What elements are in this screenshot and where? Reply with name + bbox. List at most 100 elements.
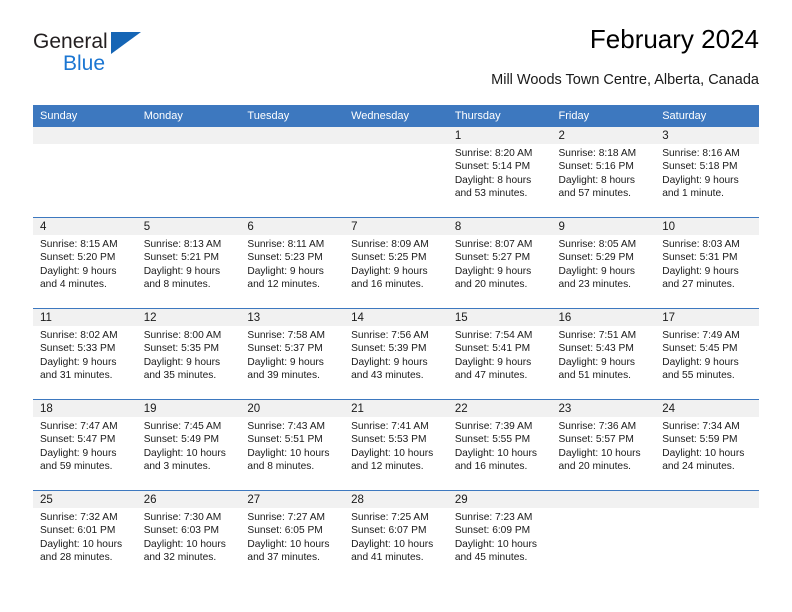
day-cell-inner: 1 Sunrise: 8:20 AM Sunset: 5:14 PM Daylight…	[447, 127, 552, 217]
calendar-day-cell[interactable]: 28 Sunrise: 7:25 AM Sunset: 6:07 PM Dayligh…	[344, 490, 448, 581]
day-info-line: Daylight: 10 hours	[143, 538, 226, 550]
calendar-day-cell[interactable]: 23 Sunrise: 7:36 AM Sunset: 5:57 PM Dayligh…	[551, 399, 656, 491]
calendar-day-cell[interactable]: 12 Sunrise: 8:00 AM Sunset: 5:35 PM Dayligh…	[136, 308, 241, 400]
calendar-day-cell[interactable]: 10 Sunrise: 8:03 AM Sunset: 5:31 PM Dayligh…	[655, 217, 759, 309]
day-info-line: Sunset: 5:41 PM	[454, 343, 531, 355]
day-number: 18	[33, 400, 137, 417]
day-info-line: Daylight: 9 hours	[558, 265, 635, 277]
day-cell-inner: 5 Sunrise: 8:13 AM Sunset: 5:21 PM Daylight…	[136, 218, 241, 308]
calendar-day-cell[interactable]: 20 Sunrise: 7:43 AM Sunset: 5:51 PM Dayligh…	[240, 399, 345, 491]
calendar-day-cell-empty	[33, 127, 137, 218]
calendar-page: General Blue February 2024 Mill Woods To…	[0, 0, 792, 612]
day-info-line: and 39 minutes.	[247, 370, 320, 382]
calendar-day-cell[interactable]: 14 Sunrise: 7:56 AM Sunset: 5:39 PM Dayligh…	[344, 308, 448, 400]
day-number: 13	[240, 309, 345, 326]
calendar-day-cell[interactable]: 26 Sunrise: 7:30 AM Sunset: 6:03 PM Dayligh…	[136, 490, 241, 581]
day-info-line: Sunrise: 7:43 AM	[247, 421, 325, 432]
calendar-day-cell[interactable]: 7 Sunrise: 8:09 AM Sunset: 5:25 PM Daylight…	[344, 217, 448, 309]
calendar-week-row: 1 Sunrise: 8:20 AM Sunset: 5:14 PM Daylight…	[33, 127, 759, 218]
calendar-day-cell[interactable]: 4 Sunrise: 8:15 AM Sunset: 5:20 PM Daylight…	[33, 217, 137, 309]
weekday-header-wednesday: Wednesday	[344, 105, 448, 127]
day-number: 12	[136, 309, 241, 326]
day-info-line: Sunrise: 7:25 AM	[351, 512, 429, 523]
day-cell-inner: 27 Sunrise: 7:27 AM Sunset: 6:05 PM Dayligh…	[240, 491, 345, 581]
calendar-day-cell[interactable]: 19 Sunrise: 7:45 AM Sunset: 5:49 PM Dayligh…	[136, 399, 241, 491]
calendar-day-cell[interactable]: 1 Sunrise: 8:20 AM Sunset: 5:14 PM Daylight…	[447, 127, 552, 218]
day-info-line: Daylight: 10 hours	[454, 447, 537, 459]
calendar-day-cell[interactable]: 15 Sunrise: 7:54 AM Sunset: 5:41 PM Dayligh…	[447, 308, 552, 400]
calendar-day-cell[interactable]: 18 Sunrise: 7:47 AM Sunset: 5:47 PM Dayligh…	[33, 399, 137, 491]
logo-text-general: General	[33, 30, 108, 53]
day-info-line: Daylight: 10 hours	[40, 538, 123, 550]
day-sun-info: Sunrise: 8:11 AM Sunset: 5:23 PM Daylight:…	[240, 235, 344, 292]
day-info-line: and 45 minutes.	[454, 552, 528, 564]
day-info-line: Sunrise: 7:32 AM	[40, 512, 118, 523]
day-cell-inner	[136, 127, 241, 217]
day-info-line: Sunset: 5:53 PM	[351, 434, 427, 446]
calendar-day-cell[interactable]: 11 Sunrise: 8:02 AM Sunset: 5:33 PM Dayligh…	[33, 308, 137, 400]
calendar-day-cell[interactable]: 25 Sunrise: 7:32 AM Sunset: 6:01 PM Dayligh…	[33, 490, 137, 581]
day-info-line: and 47 minutes.	[454, 370, 528, 382]
day-info-line: Sunrise: 7:41 AM	[351, 421, 429, 432]
day-cell-inner	[655, 491, 759, 581]
day-info-line: and 20 minutes.	[558, 461, 632, 473]
weekday-header-friday: Friday	[551, 105, 656, 127]
day-cell-inner: 16 Sunrise: 7:51 AM Sunset: 5:43 PM Dayligh…	[551, 309, 656, 399]
weekday-header-sunday: Sunday	[33, 105, 137, 127]
calendar-day-cell[interactable]: 9 Sunrise: 8:05 AM Sunset: 5:29 PM Daylight…	[551, 217, 656, 309]
calendar-day-cell[interactable]: 6 Sunrise: 8:11 AM Sunset: 5:23 PM Daylight…	[240, 217, 345, 309]
day-info-line: and 4 minutes.	[40, 279, 107, 291]
day-info-line: Sunrise: 7:49 AM	[662, 330, 740, 341]
day-number: 24	[655, 400, 759, 417]
day-sun-info: Sunrise: 8:15 AM Sunset: 5:20 PM Daylight:…	[33, 235, 137, 292]
day-info-line: Daylight: 9 hours	[40, 356, 117, 368]
generalblue-logo[interactable]: General Blue	[33, 30, 163, 88]
day-cell-inner: 4 Sunrise: 8:15 AM Sunset: 5:20 PM Daylight…	[33, 218, 137, 308]
day-number: 3	[655, 127, 759, 144]
day-cell-inner	[551, 491, 656, 581]
calendar-day-cell[interactable]: 3 Sunrise: 8:16 AM Sunset: 5:18 PM Daylight…	[655, 127, 759, 218]
calendar-day-cell[interactable]: 8 Sunrise: 8:07 AM Sunset: 5:27 PM Daylight…	[447, 217, 552, 309]
day-number: 16	[551, 309, 656, 326]
calendar-day-cell-empty	[344, 127, 448, 218]
day-sun-info: Sunrise: 8:20 AM Sunset: 5:14 PM Daylight:…	[448, 144, 552, 201]
day-cell-inner	[240, 127, 345, 217]
day-info-line: Sunset: 5:35 PM	[143, 343, 220, 355]
calendar-day-cell[interactable]: 21 Sunrise: 7:41 AM Sunset: 5:53 PM Dayligh…	[344, 399, 448, 491]
calendar-day-cell[interactable]: 2 Sunrise: 8:18 AM Sunset: 5:16 PM Daylight…	[551, 127, 656, 218]
day-number	[551, 491, 656, 508]
page-title: February 2024	[589, 24, 759, 54]
calendar-day-cell[interactable]: 27 Sunrise: 7:27 AM Sunset: 6:05 PM Dayligh…	[240, 490, 345, 581]
day-info-line: Daylight: 9 hours	[454, 356, 532, 368]
day-info-line: and 28 minutes.	[40, 552, 113, 564]
day-cell-inner: 23 Sunrise: 7:36 AM Sunset: 5:57 PM Dayligh…	[551, 400, 656, 490]
day-info-line: Sunrise: 8:09 AM	[351, 239, 429, 250]
weekday-header-thursday: Thursday	[447, 105, 552, 127]
day-cell-inner	[344, 127, 448, 217]
day-info-line: and 16 minutes.	[351, 279, 424, 291]
day-cell-inner: 20 Sunrise: 7:43 AM Sunset: 5:51 PM Dayligh…	[240, 400, 345, 490]
weekday-header-saturday: Saturday	[655, 105, 759, 127]
calendar-day-cell[interactable]: 24 Sunrise: 7:34 AM Sunset: 5:59 PM Dayligh…	[655, 399, 759, 491]
day-info-line: Sunset: 5:55 PM	[454, 434, 531, 446]
day-cell-inner	[33, 127, 137, 217]
calendar-day-cell[interactable]: 13 Sunrise: 7:58 AM Sunset: 5:37 PM Dayligh…	[240, 308, 345, 400]
day-number: 2	[551, 127, 656, 144]
calendar-day-cell[interactable]: 17 Sunrise: 7:49 AM Sunset: 5:45 PM Dayligh…	[655, 308, 759, 400]
calendar-day-cell-empty	[551, 490, 656, 581]
calendar-day-cell[interactable]: 16 Sunrise: 7:51 AM Sunset: 5:43 PM Dayligh…	[551, 308, 656, 400]
day-info-line: Daylight: 8 hours	[454, 174, 532, 186]
day-info-line: Daylight: 10 hours	[454, 538, 537, 550]
logo-triangle-icon	[111, 32, 141, 54]
calendar-day-cell[interactable]: 5 Sunrise: 8:13 AM Sunset: 5:21 PM Daylight…	[136, 217, 241, 309]
day-sun-info	[33, 144, 137, 147]
day-info-line: Sunset: 6:01 PM	[40, 525, 116, 537]
day-sun-info: Sunrise: 7:54 AM Sunset: 5:41 PM Daylight:…	[448, 326, 552, 383]
day-info-line: Sunrise: 7:56 AM	[351, 330, 429, 341]
day-info-line: and 41 minutes.	[351, 552, 424, 564]
day-info-line: Daylight: 9 hours	[40, 447, 117, 459]
calendar-day-cell[interactable]: 22 Sunrise: 7:39 AM Sunset: 5:55 PM Dayligh…	[447, 399, 552, 491]
day-cell-inner: 2 Sunrise: 8:18 AM Sunset: 5:16 PM Daylight…	[551, 127, 656, 217]
day-sun-info: Sunrise: 7:23 AM Sunset: 6:09 PM Daylight:…	[448, 508, 552, 565]
calendar-day-cell[interactable]: 29 Sunrise: 7:23 AM Sunset: 6:09 PM Dayligh…	[447, 490, 552, 581]
